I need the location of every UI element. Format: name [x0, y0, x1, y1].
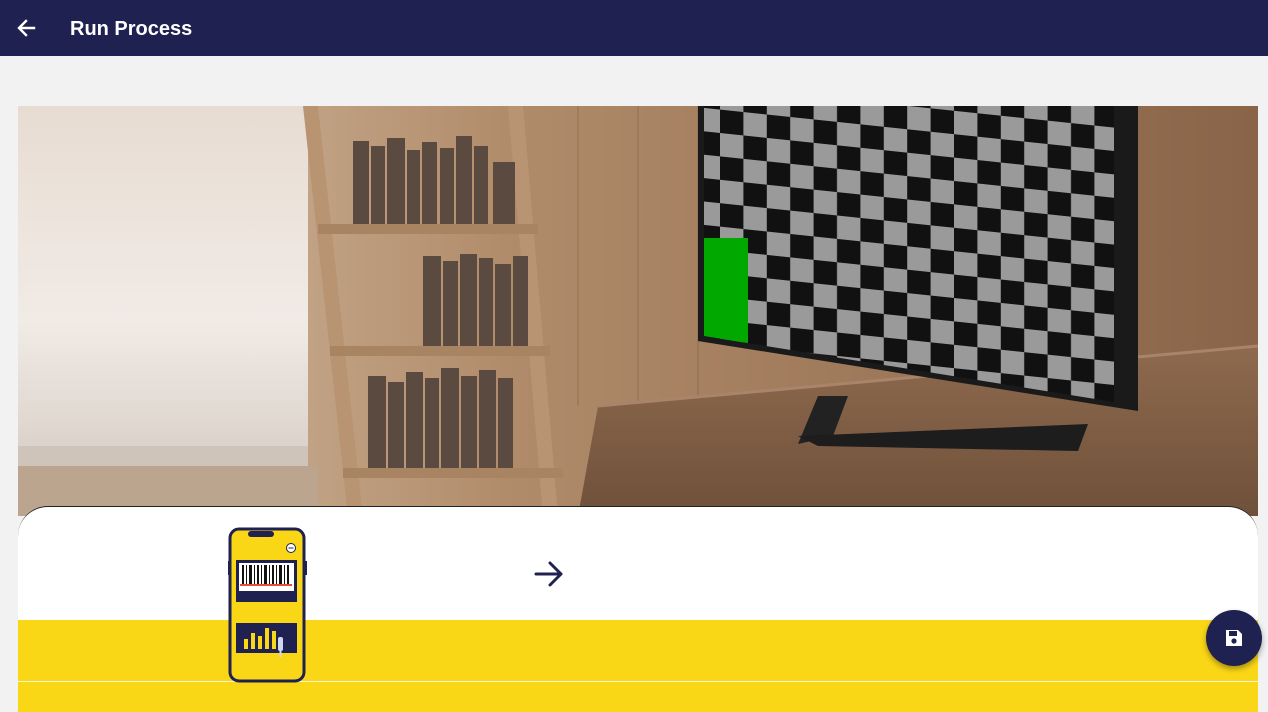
arrow-back-icon — [17, 19, 36, 37]
arrow-right-icon — [534, 561, 563, 587]
living-room-illustration — [18, 106, 1258, 516]
phone-barcode-scanner-icon — [228, 527, 307, 683]
process-panel — [18, 506, 1258, 712]
save-icon — [1226, 630, 1242, 646]
divider — [18, 681, 1258, 682]
yellow-band — [18, 620, 1258, 712]
back-button[interactable] — [10, 12, 42, 44]
page-title: Run Process — [70, 18, 193, 40]
save-button[interactable] — [1206, 610, 1262, 666]
app-bar: Run Process — [0, 0, 1268, 56]
scene-illustration — [18, 106, 1258, 516]
